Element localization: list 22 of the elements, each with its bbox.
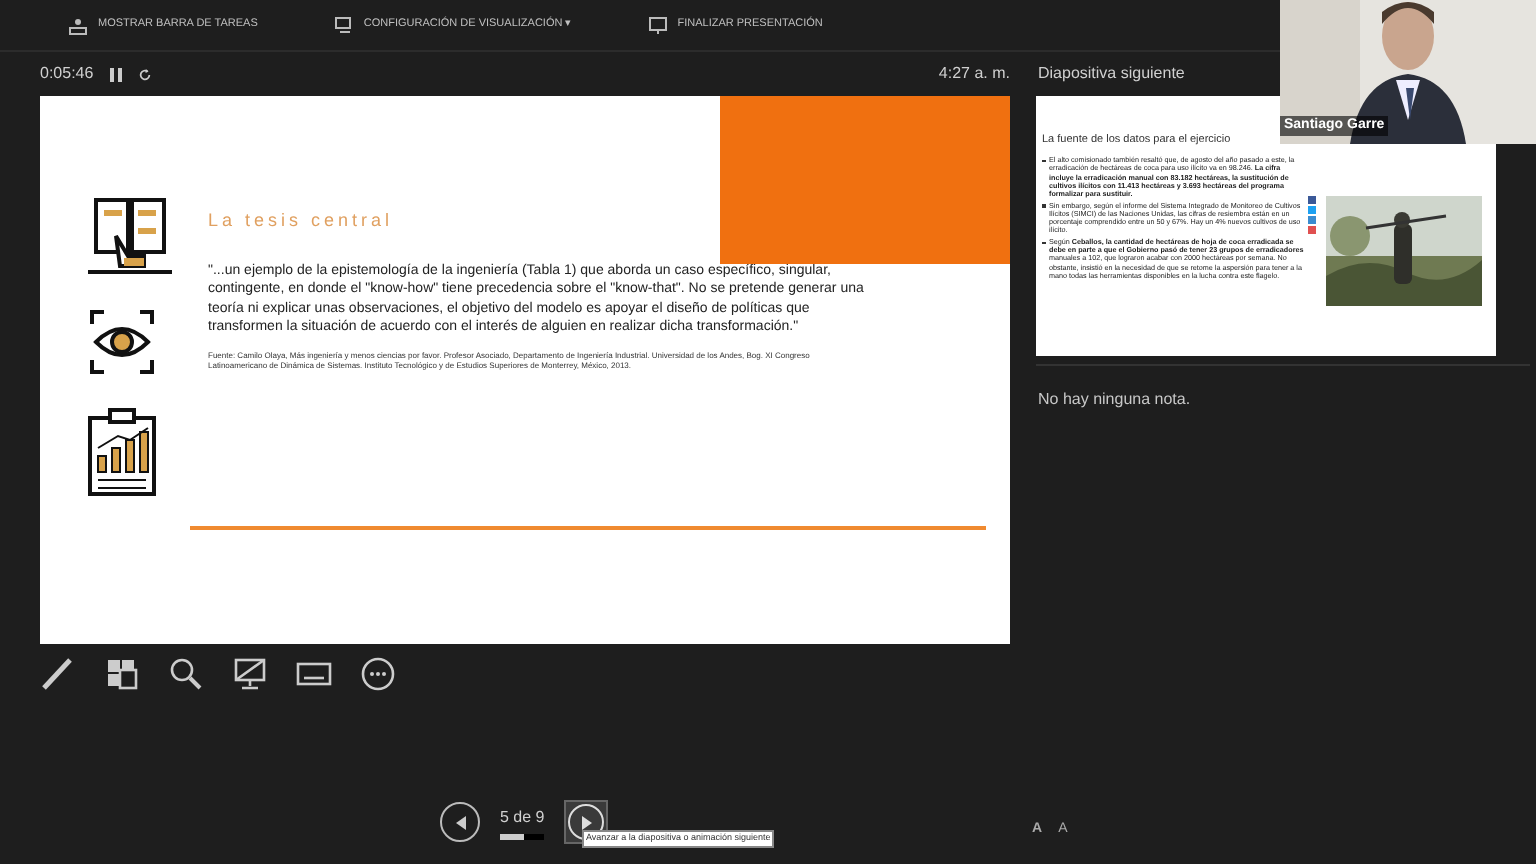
left-triangle-icon	[455, 815, 465, 829]
pause-icon[interactable]	[109, 67, 122, 81]
previous-button[interactable]	[440, 802, 480, 842]
slides-grid-icon[interactable]	[104, 656, 140, 692]
slide-title: La tesis central	[208, 208, 396, 234]
taskbar-icon	[68, 15, 88, 35]
pen-icon[interactable]	[40, 656, 76, 692]
monitor-off-icon[interactable]	[232, 656, 268, 692]
eye-icon	[88, 308, 156, 376]
notes-text: No hay ninguna nota.	[1036, 388, 1193, 412]
next-slide-heading: Diapositiva siguiente	[1036, 62, 1187, 86]
right-triangle-icon	[581, 815, 592, 829]
monitor-icon	[333, 15, 354, 35]
presentation-icon	[647, 15, 668, 35]
slide-counter: 5 de 9	[500, 805, 545, 829]
search-icon[interactable]	[168, 656, 204, 692]
book-hand-icon	[88, 192, 172, 276]
timer: 0:05:46	[40, 62, 94, 86]
report-chart-icon	[88, 408, 156, 496]
restart-icon[interactable]	[137, 67, 152, 81]
more-icon[interactable]	[360, 656, 396, 692]
clock: 4:27 a. m.	[938, 62, 1010, 86]
